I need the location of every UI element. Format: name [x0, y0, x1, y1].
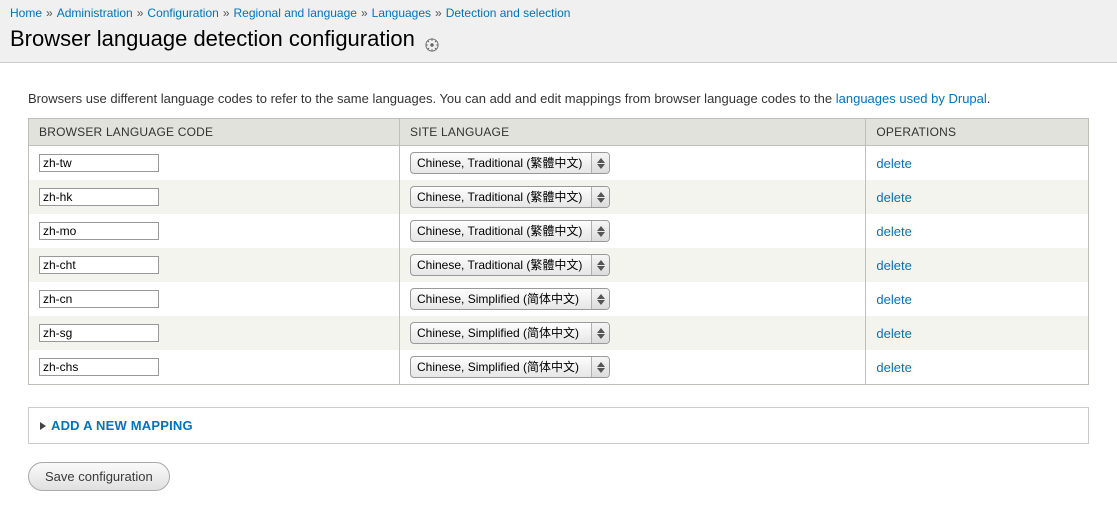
col-header-ops: OPERATIONS: [866, 119, 1089, 146]
select-stepper-icon: [591, 187, 609, 207]
select-stepper-icon: [591, 357, 609, 377]
breadcrumb-link[interactable]: Languages: [372, 6, 431, 20]
table-row: Chinese, Traditional (繁體中文)Chinese, Simp…: [29, 350, 1089, 385]
delete-link[interactable]: delete: [876, 156, 911, 171]
table-row: Chinese, Traditional (繁體中文)Chinese, Simp…: [29, 146, 1089, 181]
browser-code-input[interactable]: [39, 188, 159, 206]
site-language-select[interactable]: Chinese, Traditional (繁體中文)Chinese, Simp…: [411, 357, 591, 377]
table-row: Chinese, Traditional (繁體中文)Chinese, Simp…: [29, 282, 1089, 316]
site-language-select-wrap: Chinese, Traditional (繁體中文)Chinese, Simp…: [410, 356, 610, 378]
breadcrumb-separator: »: [435, 6, 442, 20]
breadcrumb-link[interactable]: Detection and selection: [446, 6, 571, 20]
table-row: Chinese, Traditional (繁體中文)Chinese, Simp…: [29, 316, 1089, 350]
table-row: Chinese, Traditional (繁體中文)Chinese, Simp…: [29, 180, 1089, 214]
breadcrumb-separator: »: [223, 6, 230, 20]
intro-prefix: Browsers use different language codes to…: [28, 91, 836, 106]
browser-code-input[interactable]: [39, 154, 159, 172]
select-stepper-icon: [591, 289, 609, 309]
breadcrumb-separator: »: [137, 6, 144, 20]
add-mapping-fieldset[interactable]: ADD A NEW MAPPING: [28, 407, 1089, 444]
site-language-select-wrap: Chinese, Traditional (繁體中文)Chinese, Simp…: [410, 152, 610, 174]
delete-link[interactable]: delete: [876, 224, 911, 239]
col-header-lang: SITE LANGUAGE: [400, 119, 866, 146]
delete-link[interactable]: delete: [876, 326, 911, 341]
delete-link[interactable]: delete: [876, 360, 911, 375]
breadcrumb: Home»Administration»Configuration»Region…: [10, 6, 1107, 20]
disclosure-triangle-icon: [39, 421, 47, 431]
browser-code-input[interactable]: [39, 222, 159, 240]
mappings-table: BROWSER LANGUAGE CODE SITE LANGUAGE OPER…: [28, 118, 1089, 385]
site-language-select[interactable]: Chinese, Traditional (繁體中文)Chinese, Simp…: [411, 255, 591, 275]
site-language-select-wrap: Chinese, Traditional (繁體中文)Chinese, Simp…: [410, 186, 610, 208]
breadcrumb-link[interactable]: Regional and language: [234, 6, 357, 20]
site-language-select[interactable]: Chinese, Traditional (繁體中文)Chinese, Simp…: [411, 187, 591, 207]
browser-code-input[interactable]: [39, 324, 159, 342]
submit-row: Save configuration: [28, 462, 1089, 491]
breadcrumb-link[interactable]: Administration: [57, 6, 133, 20]
browser-code-input[interactable]: [39, 290, 159, 308]
intro-link[interactable]: languages used by Drupal: [836, 91, 987, 106]
breadcrumb-link[interactable]: Home: [10, 6, 42, 20]
site-language-select-wrap: Chinese, Traditional (繁體中文)Chinese, Simp…: [410, 254, 610, 276]
select-stepper-icon: [591, 323, 609, 343]
add-mapping-label: ADD A NEW MAPPING: [51, 418, 193, 433]
select-stepper-icon: [591, 255, 609, 275]
browser-code-input[interactable]: [39, 358, 159, 376]
page-title-text: Browser language detection configuration: [10, 26, 415, 52]
breadcrumb-separator: »: [46, 6, 53, 20]
content: Browsers use different language codes to…: [0, 63, 1117, 511]
save-button[interactable]: Save configuration: [28, 462, 170, 491]
browser-code-input[interactable]: [39, 256, 159, 274]
page-header: Home»Administration»Configuration»Region…: [0, 0, 1117, 63]
select-stepper-icon: [591, 221, 609, 241]
intro-suffix: .: [987, 91, 991, 106]
site-language-select[interactable]: Chinese, Traditional (繁體中文)Chinese, Simp…: [411, 221, 591, 241]
site-language-select-wrap: Chinese, Traditional (繁體中文)Chinese, Simp…: [410, 220, 610, 242]
mappings-tbody: Chinese, Traditional (繁體中文)Chinese, Simp…: [29, 146, 1089, 385]
select-stepper-icon: [591, 153, 609, 173]
breadcrumb-link[interactable]: Configuration: [147, 6, 218, 20]
col-header-code: BROWSER LANGUAGE CODE: [29, 119, 400, 146]
site-language-select-wrap: Chinese, Traditional (繁體中文)Chinese, Simp…: [410, 322, 610, 344]
delete-link[interactable]: delete: [876, 292, 911, 307]
site-language-select[interactable]: Chinese, Traditional (繁體中文)Chinese, Simp…: [411, 153, 591, 173]
gear-icon[interactable]: [425, 32, 439, 46]
site-language-select[interactable]: Chinese, Traditional (繁體中文)Chinese, Simp…: [411, 289, 591, 309]
intro-text: Browsers use different language codes to…: [28, 91, 1089, 106]
delete-link[interactable]: delete: [876, 190, 911, 205]
site-language-select-wrap: Chinese, Traditional (繁體中文)Chinese, Simp…: [410, 288, 610, 310]
table-row: Chinese, Traditional (繁體中文)Chinese, Simp…: [29, 214, 1089, 248]
table-row: Chinese, Traditional (繁體中文)Chinese, Simp…: [29, 248, 1089, 282]
delete-link[interactable]: delete: [876, 258, 911, 273]
breadcrumb-separator: »: [361, 6, 368, 20]
page-title: Browser language detection configuration: [10, 26, 1107, 52]
site-language-select[interactable]: Chinese, Traditional (繁體中文)Chinese, Simp…: [411, 323, 591, 343]
